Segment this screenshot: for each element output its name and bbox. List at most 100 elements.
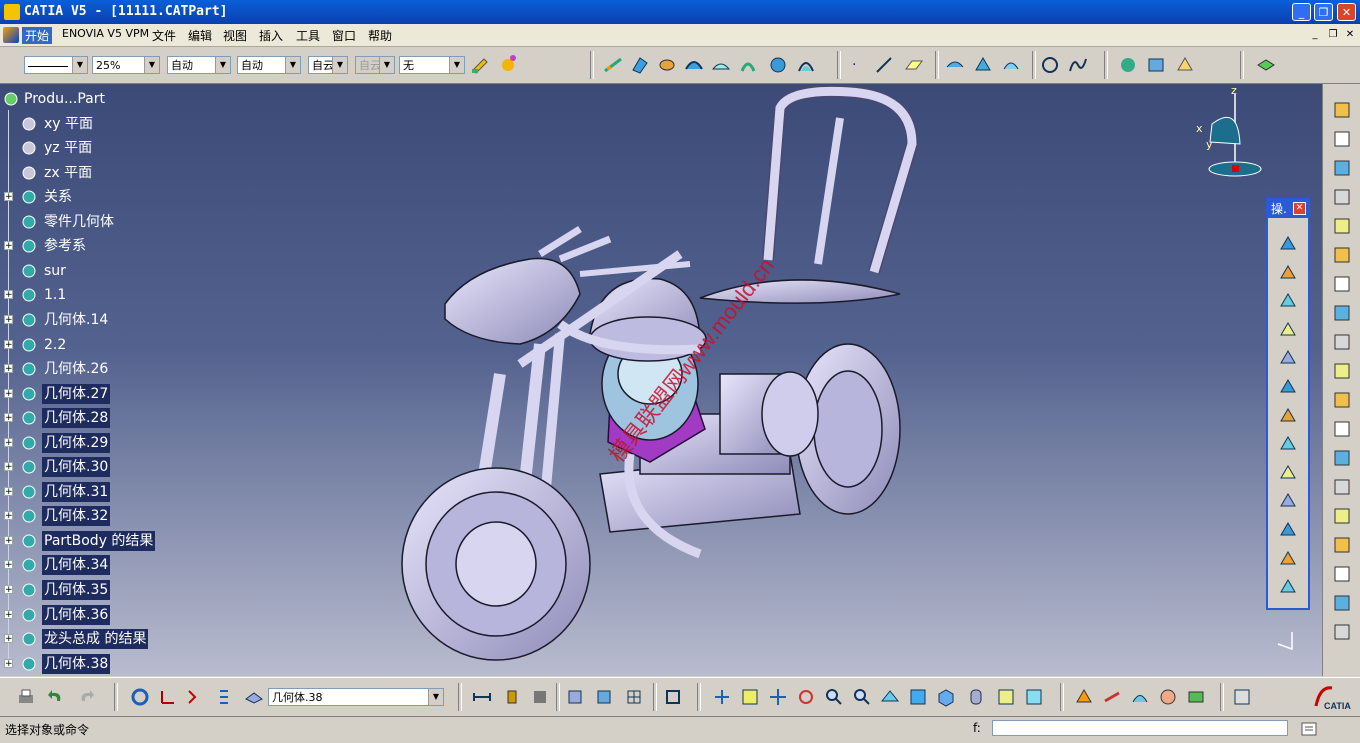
right-tool-icon[interactable]	[1332, 274, 1352, 294]
motorcycle-model[interactable]: 模具联盟网www.mould.cn x y z	[0, 84, 1322, 676]
expand-icon[interactable]: +	[4, 315, 13, 325]
sketcher-icon[interactable]	[603, 55, 623, 75]
close-icon[interactable]: ✕	[1293, 202, 1306, 215]
menu-edit[interactable]: 编辑	[188, 27, 212, 44]
expand-icon[interactable]: +	[4, 241, 13, 251]
expand-icon[interactable]: +	[4, 659, 13, 669]
measure-between-icon[interactable]	[472, 687, 492, 707]
apply-material-icon[interactable]	[499, 53, 519, 73]
blend-icon[interactable]	[796, 55, 816, 75]
expand-icon[interactable]: +	[4, 487, 13, 497]
minimize-button[interactable]: _	[1292, 3, 1311, 21]
zoom-out-icon[interactable]	[852, 687, 872, 707]
pan-icon[interactable]	[768, 687, 788, 707]
right-tool-icon[interactable]	[1332, 332, 1352, 352]
right-tool-icon[interactable]	[1332, 361, 1352, 381]
right-tool-icon[interactable]	[1332, 477, 1352, 497]
right-tool-icon[interactable]	[1332, 158, 1352, 178]
axis-system-icon[interactable]	[158, 687, 178, 707]
expand-icon[interactable]: +	[4, 290, 13, 300]
pocket-icon[interactable]	[1102, 687, 1122, 707]
sweep-icon[interactable]	[684, 55, 704, 75]
floating-toolbar-title[interactable]: 操. ✕	[1268, 200, 1308, 218]
join-icon[interactable]	[945, 55, 965, 75]
floating-tool-icon[interactable]	[1278, 377, 1298, 397]
swap-visible-icon[interactable]	[1024, 687, 1044, 707]
right-tool-icon[interactable]	[1332, 390, 1352, 410]
zoom-combo[interactable]: 25% ▼	[92, 56, 160, 74]
menu-start[interactable]: 开始	[22, 27, 53, 44]
menu-window[interactable]: 窗口	[332, 27, 356, 44]
menu-file[interactable]: 文件	[152, 27, 176, 44]
measure-item-icon[interactable]	[502, 687, 522, 707]
point-icon[interactable]: ·	[852, 57, 856, 73]
analysis-icon[interactable]	[1175, 55, 1195, 75]
menu-insert[interactable]: 插入	[259, 27, 283, 44]
maximize-button[interactable]: ❐	[1314, 3, 1333, 21]
sphere-icon[interactable]	[768, 55, 788, 75]
floating-tool-icon[interactable]	[1278, 320, 1298, 340]
expand-icon[interactable]: +	[4, 511, 13, 521]
normal-view-icon[interactable]	[880, 687, 900, 707]
compass-widget[interactable]	[1208, 94, 1262, 177]
command-input-icon[interactable]	[1300, 720, 1318, 738]
update-icon[interactable]	[130, 687, 150, 707]
iso-view-icon[interactable]	[936, 687, 956, 707]
right-tool-icon[interactable]	[1332, 593, 1352, 613]
shading-icon[interactable]	[966, 687, 986, 707]
expand-icon[interactable]: +	[4, 634, 13, 644]
line-icon[interactable]	[874, 55, 894, 75]
floating-tool-icon[interactable]	[1278, 291, 1298, 311]
layer-short-combo[interactable]: 自云 ▼	[308, 56, 348, 74]
layers-icon[interactable]	[1256, 55, 1276, 75]
right-tool-icon[interactable]	[1332, 448, 1352, 468]
groove-icon[interactable]	[1158, 687, 1178, 707]
shaft-icon[interactable]	[1130, 687, 1150, 707]
expand-icon[interactable]: +	[4, 585, 13, 595]
expand-icon[interactable]: +	[4, 389, 13, 399]
menu-tools[interactable]: 工具	[296, 27, 320, 44]
floating-tool-icon[interactable]	[1278, 577, 1298, 597]
expand-icon[interactable]: +	[4, 364, 13, 374]
floating-tool-icon[interactable]	[1278, 406, 1298, 426]
redo-icon[interactable]	[76, 687, 96, 707]
floating-tool-icon[interactable]	[1278, 549, 1298, 569]
floating-tool-icon[interactable]	[1278, 263, 1298, 283]
floating-tool-icon[interactable]	[1278, 491, 1298, 511]
document-icon[interactable]	[3, 27, 19, 43]
menu-view[interactable]: 视图	[223, 27, 247, 44]
right-tool-icon[interactable]	[1332, 187, 1352, 207]
circle-icon[interactable]	[1040, 55, 1060, 75]
fill-icon[interactable]	[711, 55, 731, 75]
doc-close-button[interactable]: ✕	[1343, 28, 1357, 42]
doc-minimize-button[interactable]: _	[1308, 28, 1322, 42]
close-button[interactable]: ✕	[1337, 3, 1356, 21]
right-tool-icon[interactable]	[1332, 303, 1352, 323]
grid-view-icon[interactable]	[624, 687, 644, 707]
plane-icon[interactable]	[904, 55, 924, 75]
floating-tool-icon[interactable]	[1278, 463, 1298, 483]
pad-icon[interactable]	[1074, 687, 1094, 707]
thickness-combo[interactable]: 自动 ▼	[167, 56, 231, 74]
right-tool-icon[interactable]	[1332, 564, 1352, 584]
measure-icon[interactable]	[1146, 55, 1166, 75]
right-tool-icon[interactable]	[1332, 506, 1352, 526]
split-icon[interactable]	[973, 55, 993, 75]
spline-icon[interactable]	[1068, 55, 1088, 75]
fit-all-icon[interactable]	[663, 687, 683, 707]
cube-view-icon[interactable]	[565, 687, 585, 707]
painter-icon[interactable]	[470, 55, 490, 75]
floating-tool-icon[interactable]	[1278, 434, 1298, 454]
box-view-icon[interactable]	[594, 687, 614, 707]
fit-all-in-icon[interactable]	[740, 687, 760, 707]
3d-viewport[interactable]: 模具联盟网www.mould.cn x y z Produ...Part xy …	[0, 84, 1322, 676]
layer-combo[interactable]: 无 ▼	[399, 56, 465, 74]
menu-help[interactable]: 帮助	[368, 27, 392, 44]
right-tool-icon[interactable]	[1332, 129, 1352, 149]
right-tool-icon[interactable]	[1332, 100, 1352, 120]
expand-icon[interactable]: +	[4, 610, 13, 620]
expand-icon[interactable]: +	[4, 438, 13, 448]
right-tool-icon[interactable]	[1332, 245, 1352, 265]
command-input[interactable]	[992, 720, 1288, 736]
floating-tool-icon[interactable]	[1278, 520, 1298, 540]
